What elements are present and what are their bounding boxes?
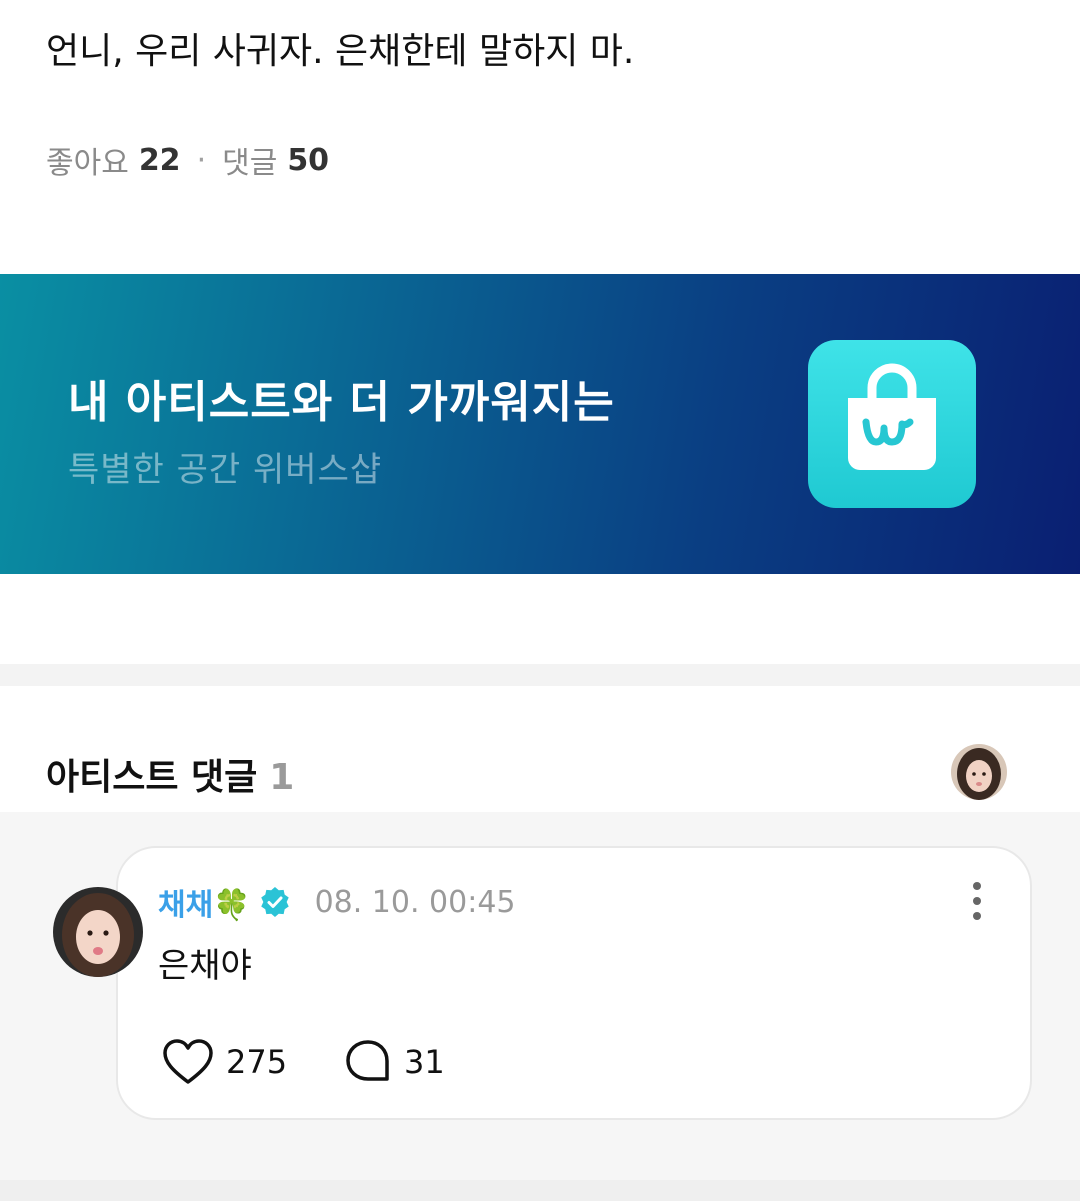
comments-label[interactable]: 댓글 [222, 138, 277, 182]
shopping-bag-icon [808, 340, 976, 508]
heart-icon [163, 1039, 213, 1084]
banner-title: 내 아티스트와 더 가까워지는 [68, 377, 615, 428]
artist-comments-header: 아티스트 댓글 1 [46, 748, 294, 800]
comments-count[interactable]: 50 [287, 143, 329, 178]
verified-badge-icon [260, 886, 289, 918]
like-button[interactable]: 275 [162, 1036, 287, 1088]
post-text: 언니, 우리 사귀자. 은채한테 말하지 마. [46, 31, 635, 72]
artist-comments-title: 아티스트 댓글 [46, 757, 258, 798]
banner-subtitle: 특별한 공간 위버스샵 [68, 450, 383, 490]
comment-author-row: 채채🍀 08. 10. 00:45 [158, 880, 516, 924]
comment-body: 은채야 [158, 946, 252, 986]
artist-comments-count: 1 [269, 757, 295, 798]
like-count: 275 [226, 1043, 288, 1081]
section-divider [0, 664, 1080, 686]
likes-label[interactable]: 좋아요 [46, 138, 129, 182]
weverse-shop-banner[interactable]: 내 아티스트와 더 가까워지는 특별한 공간 위버스샵 [0, 274, 1080, 574]
comment-author-name[interactable]: 채채🍀 [158, 880, 251, 924]
stats-separator: · [196, 142, 207, 178]
artist-avatar[interactable] [951, 744, 1007, 800]
reply-button[interactable]: 31 [344, 1036, 445, 1088]
post-stats: 좋아요 22 · 댓글 50 [46, 138, 329, 182]
likes-count[interactable]: 22 [139, 143, 181, 178]
comment-author-avatar[interactable] [53, 887, 143, 977]
comment-bubble-icon [346, 1040, 389, 1081]
bottom-divider [0, 1180, 1080, 1201]
comment-timestamp: 08. 10. 00:45 [314, 884, 516, 920]
reply-count: 31 [404, 1043, 445, 1081]
more-options-icon[interactable] [962, 880, 992, 924]
